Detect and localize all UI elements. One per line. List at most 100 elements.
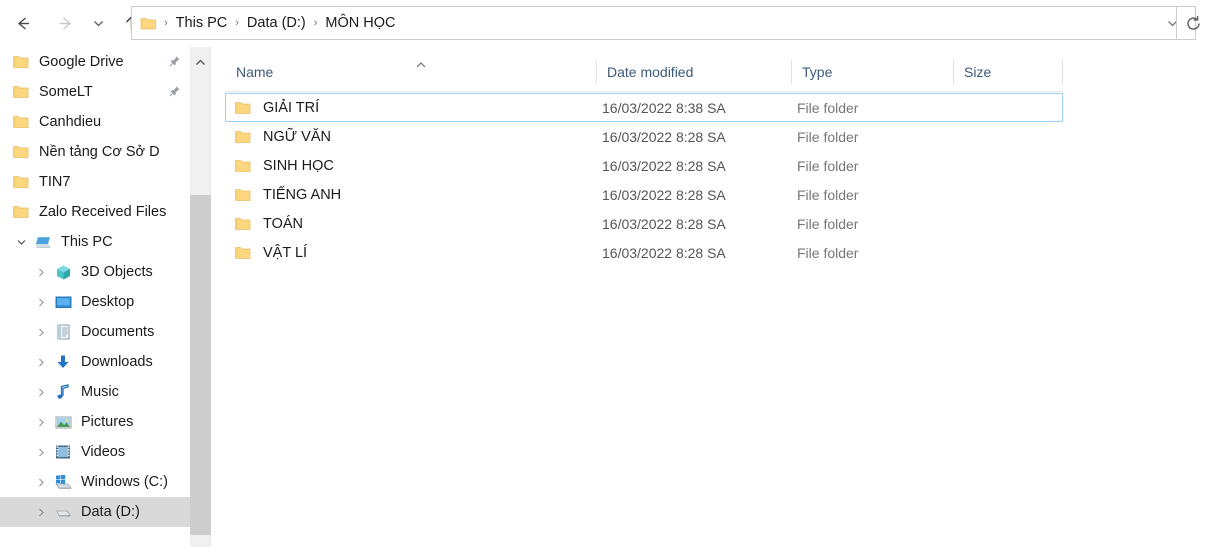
file-name-label: TOÁN	[263, 215, 304, 232]
sidebar-item-data-d[interactable]: Data (D:)	[0, 497, 190, 527]
column-header-type[interactable]: Type	[791, 52, 953, 92]
sidebar-item-label: Pictures	[81, 414, 134, 430]
column-header-row: Name Date modified Type Size	[225, 52, 1063, 92]
navigation-pane[interactable]: Google Drive SomeLT Canhdieu Nền tảng Cơ…	[0, 47, 190, 547]
sidebar-item-label: Windows (C:)	[81, 474, 169, 490]
refresh-icon	[1187, 15, 1200, 30]
file-name-cell[interactable]: NGỮ VĂN	[225, 122, 331, 151]
file-name-cell[interactable]: SINH HỌC	[225, 151, 334, 180]
folder-icon	[140, 17, 156, 29]
chevron-right-icon[interactable]	[30, 417, 52, 428]
windows-drive-icon	[52, 474, 74, 490]
file-name-cell[interactable]: VẬT LÍ	[225, 238, 307, 267]
breadcrumb-separator: ›	[313, 17, 318, 29]
file-name-cell[interactable]: GIẢI TRÍ	[225, 94, 319, 121]
folder-icon	[232, 188, 254, 202]
sidebar-item-windows-c[interactable]: Windows (C:)	[0, 467, 190, 497]
breadcrumb-item-this-pc[interactable]: This PC	[173, 13, 231, 33]
chevron-right-icon[interactable]	[30, 297, 52, 308]
chevron-right-icon[interactable]	[30, 267, 52, 278]
column-divider[interactable]	[1062, 60, 1063, 84]
date-modified-cell: 16/03/2022 8:28 SA	[602, 128, 726, 145]
type-cell: File folder	[797, 99, 859, 116]
breadcrumb-item-data-d[interactable]: Data (D:)	[244, 13, 309, 33]
sort-ascending-icon	[415, 56, 427, 72]
column-divider[interactable]	[596, 60, 597, 84]
column-header-date-modified[interactable]: Date modified	[596, 52, 791, 92]
chevron-up-icon	[196, 59, 205, 65]
file-name-label: GIẢI TRÍ	[263, 99, 320, 116]
folder-icon	[232, 130, 254, 144]
column-header-label: Size	[964, 64, 992, 80]
chevron-right-icon[interactable]	[30, 327, 52, 338]
sidebar-item-label: Videos	[81, 444, 126, 460]
file-name-label: NGỮ VĂN	[263, 128, 331, 145]
date-modified-cell: 16/03/2022 8:28 SA	[602, 186, 726, 203]
desktop-icon	[52, 295, 74, 310]
file-name-cell[interactable]: TIẾNG ANH	[225, 180, 341, 209]
column-header-label: Type	[802, 64, 833, 80]
column-divider[interactable]	[953, 60, 954, 84]
breadcrumb[interactable]: › This PC › Data (D:) › MÔN HỌC	[132, 7, 1149, 39]
sidebar-item-this-pc[interactable]: This PC	[0, 227, 190, 257]
sidebar-item-somelt[interactable]: SomeLT	[0, 77, 190, 107]
column-header-size[interactable]: Size	[953, 52, 1063, 92]
recent-locations-button[interactable]	[86, 7, 110, 41]
sidebar-item-label: This PC	[61, 234, 113, 250]
address-bar[interactable]: › This PC › Data (D:) › MÔN HỌC	[131, 6, 1196, 40]
sidebar-item-3d-objects[interactable]: 3D Objects	[0, 257, 190, 287]
file-list-view[interactable]: Name Date modified Type Size GIẢI TRÍ 16…	[212, 47, 1210, 547]
pin-icon[interactable]	[169, 55, 181, 71]
arrow-right-icon	[59, 17, 71, 30]
sidebar-item-downloads[interactable]: Downloads	[0, 347, 190, 377]
type-cell: File folder	[797, 157, 859, 174]
chevron-right-icon[interactable]	[30, 387, 52, 398]
sidebar-item-videos[interactable]: Videos	[0, 437, 190, 467]
table-row[interactable]: TIẾNG ANH 16/03/2022 8:28 SA File folder	[225, 180, 1063, 209]
sidebar-item-label: TIN7	[39, 174, 71, 190]
sidebar-item-label: Google Drive	[39, 54, 124, 70]
arrow-left-icon	[17, 17, 29, 30]
videos-icon	[52, 444, 74, 460]
chevron-down-icon[interactable]	[10, 237, 32, 248]
table-row[interactable]: GIẢI TRÍ 16/03/2022 8:38 SA File folder	[225, 93, 1063, 122]
chevron-right-icon[interactable]	[30, 477, 52, 488]
chevron-right-icon[interactable]	[30, 357, 52, 368]
file-name-label: SINH HỌC	[263, 157, 334, 174]
table-row[interactable]: VẬT LÍ 16/03/2022 8:28 SA File folder	[225, 238, 1063, 267]
column-divider[interactable]	[791, 60, 792, 84]
sidebar-item-label: Downloads	[81, 354, 153, 370]
computer-icon	[32, 235, 54, 250]
chevron-right-icon[interactable]	[30, 447, 52, 458]
table-row[interactable]: SINH HỌC 16/03/2022 8:28 SA File folder	[225, 151, 1063, 180]
type-cell: File folder	[797, 244, 859, 261]
sidebar-item-canhdieu[interactable]: Canhdieu	[0, 107, 190, 137]
chevron-right-icon[interactable]	[30, 507, 52, 518]
sidebar-item-google-drive[interactable]: Google Drive	[0, 47, 190, 77]
breadcrumb-separator: ›	[235, 17, 239, 29]
folder-icon	[10, 85, 32, 99]
sidebar-item-nen-tang-co-so-d[interactable]: Nền tảng Cơ Sở D	[0, 137, 190, 167]
file-name-label: VẬT LÍ	[263, 244, 308, 261]
back-button[interactable]	[6, 7, 40, 41]
refresh-button[interactable]	[1176, 6, 1210, 40]
file-name-label: TIẾNG ANH	[263, 186, 342, 203]
scroll-up-button[interactable]	[190, 53, 211, 71]
date-modified-cell: 16/03/2022 8:28 SA	[602, 244, 726, 261]
pin-icon[interactable]	[169, 85, 181, 101]
sidebar-item-documents[interactable]: Documents	[0, 317, 190, 347]
sidebar-item-music[interactable]: Music	[0, 377, 190, 407]
sidebar-scrollbar[interactable]	[190, 47, 211, 547]
scrollbar-thumb[interactable]	[190, 195, 211, 535]
sidebar-item-zalo-received-files[interactable]: Zalo Received Files	[0, 197, 190, 227]
table-row[interactable]: NGỮ VĂN 16/03/2022 8:28 SA File folder	[225, 122, 1063, 151]
file-name-cell[interactable]: TOÁN	[225, 209, 303, 238]
sidebar-item-pictures[interactable]: Pictures	[0, 407, 190, 437]
sidebar-item-tin7[interactable]: TIN7	[0, 167, 190, 197]
forward-button[interactable]	[48, 7, 82, 41]
breadcrumb-item-mon-hoc[interactable]: MÔN HỌC	[322, 13, 398, 33]
table-row[interactable]: TOÁN 16/03/2022 8:28 SA File folder	[225, 209, 1063, 238]
sidebar-item-label: Data (D:)	[81, 504, 140, 520]
column-header-name[interactable]: Name	[225, 52, 596, 92]
sidebar-item-desktop[interactable]: Desktop	[0, 287, 190, 317]
